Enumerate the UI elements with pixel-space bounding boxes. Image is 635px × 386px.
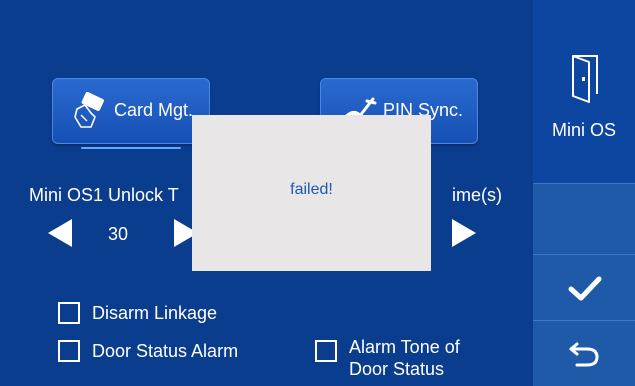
increase-arrow-2-icon[interactable]: [452, 219, 476, 247]
sidebar-divider: [533, 254, 635, 255]
sidebar-divider: [533, 183, 635, 184]
door-status-alarm-label: Door Status Alarm: [92, 341, 239, 361]
unlock-time-label-left: Mini OS1 Unlock T: [29, 185, 179, 205]
unlock-time-label-right: ime(s): [452, 185, 502, 205]
right-sidebar: Mini OS: [533, 0, 635, 386]
back-arrow-icon[interactable]: [567, 338, 601, 370]
sidebar-divider: [533, 320, 635, 321]
alarm-tone-label-line1: Alarm Tone of: [349, 337, 460, 357]
disarm-linkage-label: Disarm Linkage: [92, 303, 218, 323]
failed-dialog: failed!: [192, 115, 431, 271]
mini-os-tab[interactable]: Mini OS: [533, 0, 635, 183]
door-icon: [565, 50, 605, 104]
unlock-time-value: 30: [108, 224, 129, 244]
card-mgt-button[interactable]: Card Mgt.: [52, 78, 210, 149]
confirm-check-icon[interactable]: [567, 273, 603, 303]
card-mgt-underline: [81, 147, 181, 149]
decrease-arrow-icon[interactable]: [48, 219, 72, 247]
alarm-tone-label-line2: Door Status: [349, 359, 445, 379]
disarm-linkage-checkbox[interactable]: [58, 302, 80, 324]
dialog-message: failed!: [290, 181, 333, 198]
screen: Card Mgt. PIN Sync. Mini OS1 Unlock T im…: [0, 0, 635, 386]
main-panel: Card Mgt. PIN Sync. Mini OS1 Unlock T im…: [0, 0, 533, 386]
card-mgt-label: Card Mgt.: [114, 100, 194, 120]
alarm-tone-door-status-checkbox[interactable]: [315, 340, 337, 362]
door-status-alarm-checkbox[interactable]: [58, 340, 80, 362]
mini-os-label: Mini OS: [551, 120, 616, 140]
card-hand-icon: [69, 91, 109, 131]
